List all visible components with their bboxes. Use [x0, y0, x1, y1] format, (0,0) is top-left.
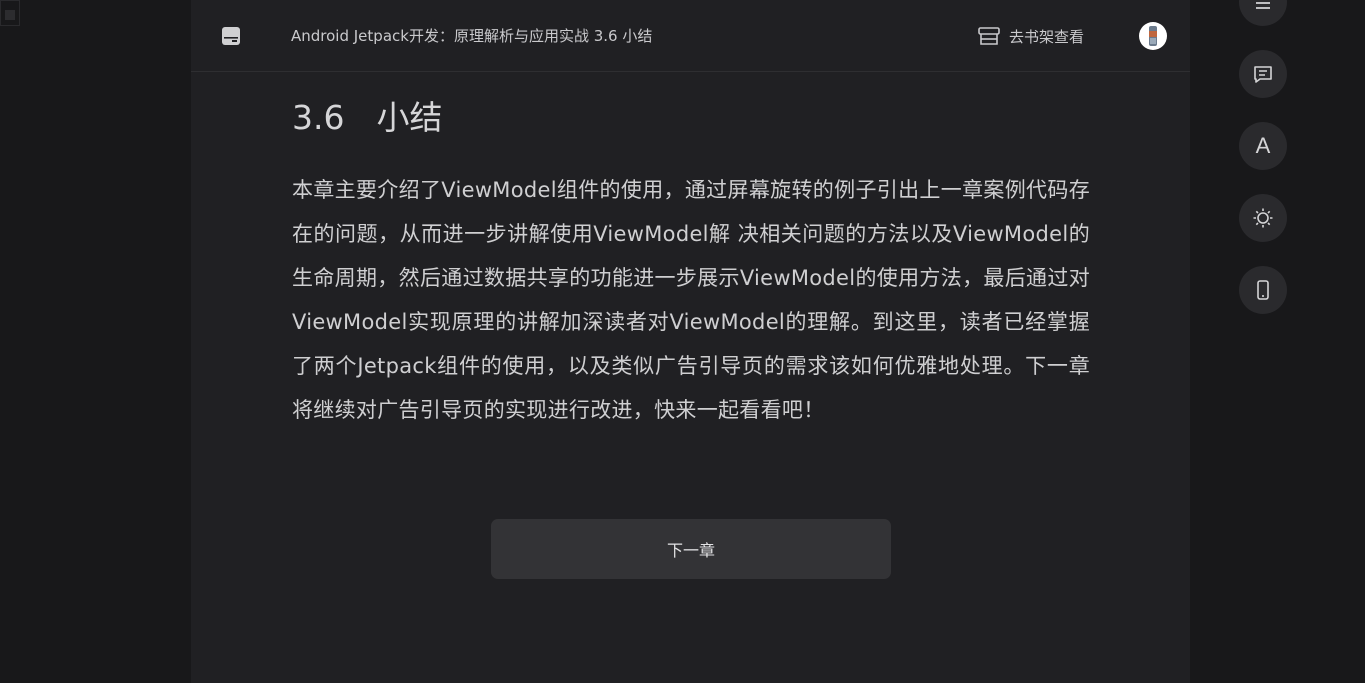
reader-panel: Android Jetpack开发：原理解析与应用实战 3.6 小结 去书架查看…: [191, 0, 1190, 683]
chapter-name: 小结: [376, 98, 443, 137]
chapter-content: 3.6 小结 本章主要介绍了ViewModel组件的使用，通过屏幕旋转的例子引出上…: [292, 96, 1090, 432]
font-button[interactable]: A: [1239, 122, 1287, 170]
bookshelf-icon: [978, 27, 1000, 45]
chapter-number: 3.6: [292, 98, 345, 137]
font-icon: A: [1255, 133, 1271, 158]
menu-icon: [1256, 2, 1270, 9]
avatar[interactable]: [1139, 22, 1167, 50]
toc-icon[interactable]: [221, 26, 241, 46]
next-chapter-button[interactable]: 下一章: [491, 519, 891, 579]
go-to-shelf-link[interactable]: 去书架查看: [977, 24, 1084, 48]
chapter-paragraph: 本章主要介绍了ViewModel组件的使用，通过屏幕旋转的例子引出上一章案例代码…: [292, 178, 1090, 422]
comment-icon: [1254, 66, 1272, 83]
book-title: Android Jetpack开发：原理解析与应用实战 3.6 小结: [291, 27, 653, 45]
chapter-title: 3.6 小结: [292, 96, 1090, 140]
menu-button[interactable]: [1239, 0, 1287, 26]
brightness-button[interactable]: [1239, 194, 1287, 242]
phone-button[interactable]: [1239, 266, 1287, 314]
phone-icon: [1257, 280, 1269, 300]
brightness-icon: [1253, 208, 1273, 228]
corner-widget: [0, 0, 20, 26]
reader-header: Android Jetpack开发：原理解析与应用实战 3.6 小结 去书架查看: [191, 0, 1190, 72]
go-to-shelf-label: 去书架查看: [1009, 27, 1085, 46]
comment-button[interactable]: [1239, 50, 1287, 98]
